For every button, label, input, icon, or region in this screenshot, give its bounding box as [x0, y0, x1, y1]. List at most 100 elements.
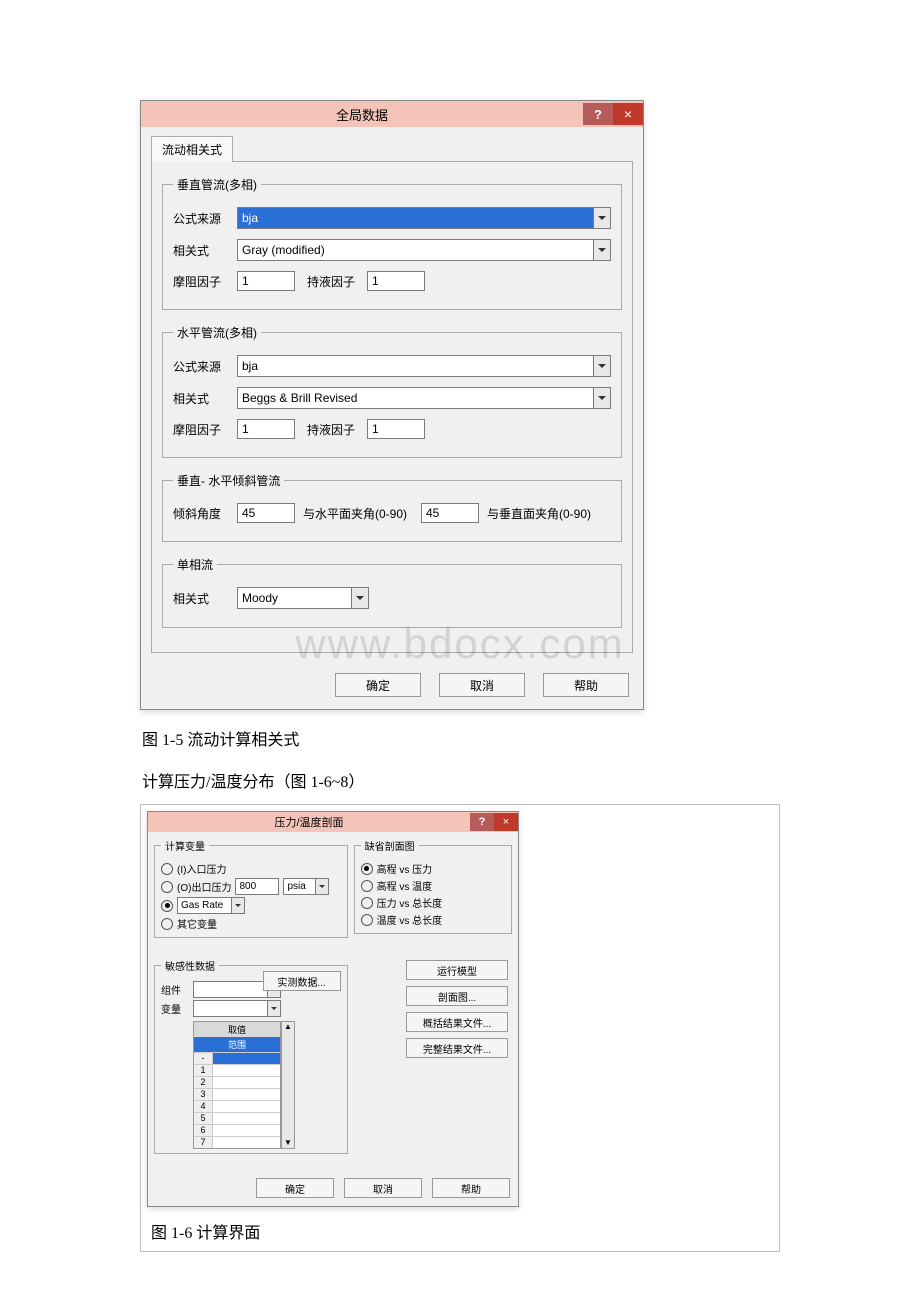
variable-label: 变量 [161, 1001, 187, 1016]
profile-legend: 缺省剖面图 [361, 838, 419, 853]
radio-label: 高程 vs 压力 [377, 861, 433, 876]
ok-button[interactable]: 确定 [335, 673, 421, 697]
single-correlation-combo[interactable]: Moody [237, 587, 369, 609]
table-header-range: 范围 [194, 1037, 280, 1052]
radio-outlet[interactable] [161, 881, 173, 893]
row-index: 7 [194, 1136, 213, 1148]
radio-outlet-label: (O)出口压力 [177, 879, 231, 894]
button-bar: 确定 取消 帮助 [141, 663, 643, 709]
chevron-down-icon[interactable] [593, 208, 610, 228]
source-label: 公式来源 [173, 210, 229, 227]
vertical-angle-input[interactable]: 45 [421, 503, 479, 523]
page: www.bdocx.com 全局数据 ? × 流动相关式 垂直管流(多相) 公式… [0, 0, 920, 1292]
full-results-button[interactable]: 完整结果文件... [406, 1038, 508, 1058]
horiz-angle-note: 与水平面夹角(0-90) [303, 505, 413, 522]
calc-variable-group: 计算变量 (I)入口压力 (O)出口压力 800 psia [154, 838, 348, 938]
vert-angle-note: 与垂直面夹角(0-90) [487, 505, 591, 522]
friction-label: 摩阻因子 [173, 273, 229, 290]
pressure-temp-dialog: 压力/温度剖面 ? × 计算变量 (I)入口压力 [147, 811, 519, 1207]
radio-inlet[interactable] [161, 863, 173, 875]
default-profile-group: 缺省剖面图 高程 vs 压力 高程 vs 温度 压力 vs 总长度 温度 vs … [354, 838, 512, 934]
sensitivity-table[interactable]: 取值 范围 - 1 2 3 4 5 6 7 [193, 1021, 281, 1149]
run-model-button[interactable]: 运行模型 [406, 960, 508, 980]
sensitivity-group: 敏感性数据 实测数据... 组件 [154, 958, 348, 1154]
cancel-button[interactable]: 取消 [439, 673, 525, 697]
radio-other-label: 其它变量 [177, 916, 217, 931]
inclined-group: 垂直- 水平倾斜管流 倾斜角度 45 与水平面夹角(0-90) 45 与垂直面夹… [162, 472, 622, 542]
combo-value: bja [238, 359, 593, 373]
row-index: 6 [194, 1124, 213, 1136]
titlebar: 全局数据 ? × [141, 101, 643, 127]
row-index: 3 [194, 1088, 213, 1100]
ok-button[interactable]: 确定 [256, 1178, 334, 1198]
chevron-down-icon[interactable] [231, 898, 244, 913]
horizontal-correlation-combo[interactable]: Beggs & Brill Revised [237, 387, 611, 409]
row-index: 4 [194, 1100, 213, 1112]
help-button[interactable]: 帮助 [543, 673, 629, 697]
calcvar-legend: 计算变量 [161, 838, 209, 853]
cancel-button[interactable]: 取消 [344, 1178, 422, 1198]
tab-content: 垂直管流(多相) 公式来源 bja 相关式 Gray (modified) [151, 161, 633, 653]
combo-value: bja [238, 211, 593, 225]
row-index: 1 [194, 1064, 213, 1076]
radio-label: 高程 vs 温度 [377, 878, 433, 893]
radio-press-len[interactable] [361, 897, 373, 909]
outlet-pressure-input[interactable]: 800 [235, 878, 279, 895]
chevron-down-icon[interactable]: ▼ [284, 1138, 292, 1148]
correlation-label: 相关式 [173, 242, 229, 259]
variable-combo[interactable] [193, 1000, 281, 1017]
chevron-down-icon[interactable] [267, 1001, 280, 1016]
vertical-multiphase-group: 垂直管流(多相) 公式来源 bja 相关式 Gray (modified) [162, 176, 622, 310]
profile-plot-button[interactable]: 剖面图... [406, 986, 508, 1006]
horizontal-source-combo[interactable]: bja [237, 355, 611, 377]
horizontal-legend: 水平管流(多相) [173, 324, 261, 341]
vertical-source-combo[interactable]: bja [237, 207, 611, 229]
radio-label: 温度 vs 总长度 [377, 912, 443, 927]
holdup-label: 持液因子 [303, 421, 359, 438]
tab-row: 流动相关式 [141, 127, 643, 161]
summary-results-button[interactable]: 概括结果文件... [406, 1012, 508, 1032]
table-header-value: 取值 [194, 1022, 280, 1037]
chevron-down-icon[interactable] [315, 879, 328, 894]
radio-rate[interactable] [161, 900, 173, 912]
radio-temp-len[interactable] [361, 914, 373, 926]
tab-flow-correlation[interactable]: 流动相关式 [151, 136, 233, 162]
figure-frame: 压力/温度剖面 ? × 计算变量 (I)入口压力 [140, 804, 780, 1252]
vertical-correlation-combo[interactable]: Gray (modified) [237, 239, 611, 261]
correlation-label: 相关式 [173, 390, 229, 407]
sens-legend: 敏感性数据 [161, 958, 219, 973]
friction-label: 摩阻因子 [173, 421, 229, 438]
radio-label: 压力 vs 总长度 [377, 895, 443, 910]
chevron-down-icon[interactable] [351, 588, 368, 608]
measured-data-button[interactable]: 实测数据... [263, 971, 341, 991]
vertical-holdup-input[interactable]: 1 [367, 271, 425, 291]
chevron-down-icon[interactable] [593, 240, 610, 260]
radio-elev-temp[interactable] [361, 880, 373, 892]
vertical-legend: 垂直管流(多相) [173, 176, 261, 193]
row-index: 2 [194, 1076, 213, 1088]
chevron-up-icon[interactable]: ▲ [284, 1022, 292, 1032]
horizontal-holdup-input[interactable]: 1 [367, 419, 425, 439]
horizontal-friction-input[interactable]: 1 [237, 419, 295, 439]
combo-value: Gas Rate [178, 900, 231, 911]
single-legend: 单相流 [173, 556, 217, 573]
correlation-label: 相关式 [173, 590, 229, 607]
chevron-down-icon[interactable] [593, 356, 610, 376]
help-icon[interactable]: ? [470, 813, 494, 831]
rate-combo[interactable]: Gas Rate [177, 897, 245, 914]
holdup-label: 持液因子 [303, 273, 359, 290]
help-button[interactable]: 帮助 [432, 1178, 510, 1198]
global-data-dialog: 全局数据 ? × 流动相关式 垂直管流(多相) 公式来源 bja 相 [140, 100, 644, 710]
help-icon[interactable]: ? [583, 103, 613, 125]
chevron-down-icon[interactable] [593, 388, 610, 408]
scrollbar[interactable]: ▲ ▼ [281, 1021, 295, 1149]
dialog-title: 全局数据 [141, 105, 583, 124]
outlet-unit-combo[interactable]: psia [283, 878, 329, 895]
close-icon[interactable]: × [494, 813, 518, 831]
inclined-angle-input[interactable]: 45 [237, 503, 295, 523]
radio-other[interactable] [161, 918, 173, 930]
close-icon[interactable]: × [613, 103, 643, 125]
vertical-friction-input[interactable]: 1 [237, 271, 295, 291]
radio-elev-press[interactable] [361, 863, 373, 875]
button-bar: 确定 取消 帮助 [148, 1174, 518, 1206]
